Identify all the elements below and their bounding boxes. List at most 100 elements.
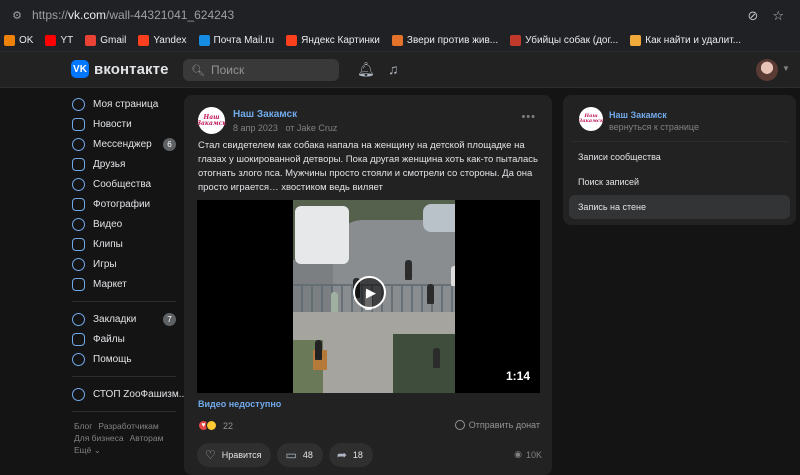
vk-header: VK вконтакте 🔍︎ 🔔︎ ♫ ▼ bbox=[0, 52, 800, 88]
community-name[interactable]: Наш Закамск bbox=[609, 110, 667, 120]
play-icon[interactable]: ▶ bbox=[353, 276, 386, 309]
bell-icon[interactable]: 🔔︎ bbox=[357, 61, 375, 78]
comments-count: 48 bbox=[302, 450, 313, 460]
post-author-avatar[interactable]: Наш Закамск bbox=[197, 107, 226, 134]
sidebar-item[interactable]: Друзья bbox=[72, 154, 180, 174]
footer-link-developers[interactable]: Разработчикам bbox=[98, 421, 158, 431]
video-icon bbox=[72, 217, 85, 231]
emoji-reaction-icon bbox=[206, 420, 217, 431]
like-button[interactable]: ♡ Нравится bbox=[197, 443, 272, 467]
more-options-icon[interactable]: ••• bbox=[521, 111, 536, 123]
sidebar-item[interactable]: Новости bbox=[72, 114, 180, 134]
send-donut-button[interactable]: Отправить донат bbox=[454, 420, 540, 430]
sidebar-item[interactable]: Файлы bbox=[72, 329, 180, 349]
post-from[interactable]: от Jake Cruz bbox=[285, 123, 337, 133]
url-text[interactable]: https://vk.com/wall-44321041_624243 bbox=[32, 8, 234, 22]
sidebar-item-label: Файлы bbox=[93, 333, 125, 345]
video-player[interactable]: ▶ 1:14 bbox=[197, 200, 540, 393]
bookmark-item[interactable]: Яндекс Картинки bbox=[286, 35, 380, 46]
message-icon bbox=[72, 137, 85, 151]
left-sidebar: Моя страница Новости Мессенджер 6 Друзья Сооб… bbox=[72, 94, 187, 419]
bookmark-item[interactable]: Gmail bbox=[85, 35, 126, 46]
chevron-down-icon[interactable]: ▼ bbox=[782, 64, 790, 73]
bookmark-item[interactable]: Звери против жив... bbox=[391, 35, 499, 46]
sidebar-footer: Блог Разработчикам Для бизнеса Авторам Ещё… bbox=[74, 420, 184, 456]
bookmark-label: Как найти и удалит... bbox=[645, 35, 742, 46]
footer-link-business[interactable]: Для бизнеса bbox=[74, 433, 124, 443]
counter-badge: 6 bbox=[163, 138, 176, 151]
sidebar-item[interactable]: Маркет bbox=[72, 274, 180, 294]
sidebar-item[interactable]: Закладки 7 bbox=[72, 309, 180, 329]
sidebar-item-label: Клипы bbox=[93, 238, 123, 250]
bookmark-item[interactable]: Как найти и удалит... bbox=[630, 35, 741, 46]
community-icon bbox=[72, 387, 85, 401]
groups-icon bbox=[72, 177, 85, 191]
footer-link-more[interactable]: Ещё ⌄ bbox=[74, 445, 101, 455]
sidebar-item-label: Сообщества bbox=[93, 178, 152, 190]
post-author-name[interactable]: Наш Закамск bbox=[233, 109, 297, 120]
sidebar-item[interactable]: СТОП ZooФашизм... bbox=[72, 384, 187, 404]
bookmark-favicon-icon bbox=[630, 35, 642, 46]
share-button[interactable]: ➦ 18 bbox=[328, 443, 373, 467]
bookmark-label: YT bbox=[60, 35, 74, 46]
sidebar-item-label: Мессенджер bbox=[93, 138, 152, 150]
bookmark-favicon-icon bbox=[4, 35, 15, 46]
bookmark-favicon-icon bbox=[85, 35, 97, 46]
eye-off-icon[interactable]: ⊘ bbox=[747, 8, 758, 24]
donut-icon bbox=[454, 420, 465, 430]
vk-logo-icon[interactable]: VK bbox=[71, 60, 89, 78]
user-avatar[interactable] bbox=[756, 59, 778, 81]
counter-badge: 7 bbox=[163, 313, 176, 326]
post-date[interactable]: 8 апр 2023 bbox=[233, 123, 278, 133]
footer-link-blog[interactable]: Блог bbox=[74, 421, 92, 431]
sidebar-item-label: Видео bbox=[93, 218, 123, 230]
sidebar-item[interactable]: Игры bbox=[72, 254, 180, 274]
search-icon: 🔍︎ bbox=[191, 64, 205, 77]
sidebar-item[interactable]: Фотографии bbox=[72, 194, 180, 214]
sidebar-item[interactable]: Помощь bbox=[72, 349, 180, 369]
search-box[interactable]: 🔍︎ bbox=[183, 59, 339, 81]
heart-outline-icon: ♡ bbox=[205, 448, 216, 462]
browser-address-bar[interactable]: ⚙ https://vk.com/wall-44321041_624243 ⊘ … bbox=[0, 0, 800, 30]
comment-button[interactable]: ▭ 48 bbox=[277, 443, 323, 467]
video-unavailable-link[interactable]: Видео недоступно bbox=[198, 399, 281, 409]
help-icon bbox=[72, 352, 85, 366]
bookmark-item[interactable]: Почта Mail.ru bbox=[198, 35, 274, 46]
bookmark-label: Yandex bbox=[153, 35, 187, 46]
bookmark-item[interactable]: YT bbox=[45, 35, 73, 46]
site-settings-icon[interactable]: ⚙ bbox=[10, 8, 24, 22]
panel-menu-item[interactable]: Записи сообщества bbox=[569, 145, 790, 169]
friends-icon bbox=[72, 157, 85, 171]
brand-name[interactable]: вконтакте bbox=[94, 61, 169, 78]
sidebar-item[interactable]: Видео bbox=[72, 214, 180, 234]
bookmark-item[interactable]: Убийцы собак (дог... bbox=[510, 35, 618, 46]
eye-icon: ◉ bbox=[514, 449, 522, 459]
reactions-count: 22 bbox=[223, 420, 234, 431]
panel-menu-item[interactable]: Поиск записей bbox=[569, 170, 790, 194]
bookmark-label: Звери против жив... bbox=[406, 35, 499, 46]
sidebar-item[interactable]: Мессенджер 6 bbox=[72, 134, 180, 154]
search-input[interactable] bbox=[210, 63, 331, 77]
community-avatar[interactable]: Наш Закамск bbox=[579, 107, 603, 131]
footer-link-authors[interactable]: Авторам bbox=[130, 433, 164, 443]
clips-icon bbox=[72, 237, 85, 251]
bookmark-item[interactable]: Yandex bbox=[138, 35, 187, 46]
sidebar-divider bbox=[72, 376, 176, 377]
sidebar-item-label: Маркет bbox=[93, 278, 127, 290]
sidebar-item-label: Новости bbox=[93, 118, 132, 130]
sidebar-item-label: Моя страница bbox=[93, 98, 159, 110]
panel-menu-item[interactable]: Запись на стене bbox=[569, 195, 790, 219]
bookmark-item[interactable]: OK bbox=[4, 35, 33, 46]
sidebar-item[interactable]: Сообщества bbox=[72, 174, 180, 194]
video-duration: 1:14 bbox=[505, 369, 530, 383]
cart-icon bbox=[72, 277, 85, 291]
views-count: 10K bbox=[525, 449, 542, 460]
star-icon[interactable]: ☆ bbox=[772, 8, 784, 24]
sidebar-item[interactable]: Клипы bbox=[72, 234, 180, 254]
divider bbox=[571, 141, 788, 142]
bookmark-favicon-icon bbox=[45, 35, 57, 46]
sidebar-item[interactable]: Моя страница bbox=[72, 94, 180, 114]
music-note-icon[interactable]: ♫ bbox=[388, 61, 399, 77]
back-to-page-link[interactable]: вернуться к странице bbox=[609, 122, 699, 132]
reactions-summary[interactable]: ♥ 22 bbox=[198, 420, 233, 431]
